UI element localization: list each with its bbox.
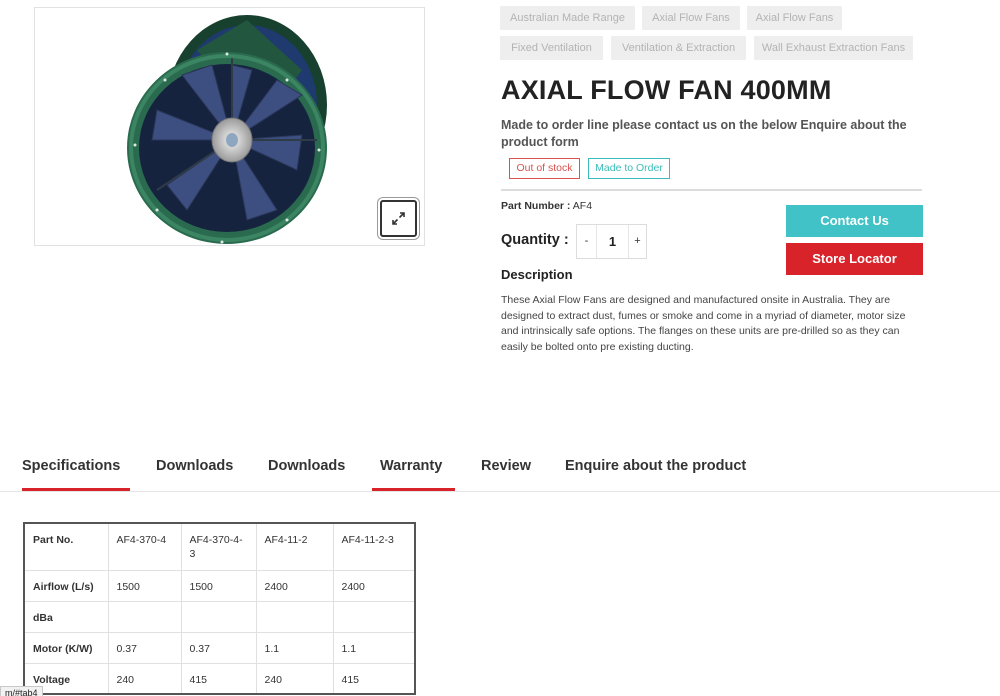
table-cell: Airflow (L/s): [23, 569, 109, 602]
description-heading: Description: [501, 267, 573, 282]
table-cell: AF4-11-2: [255, 522, 334, 571]
zoom-button[interactable]: [380, 200, 417, 237]
quantity-increment-button[interactable]: +: [628, 225, 646, 258]
category-tag-fixed-ventilation[interactable]: Fixed Ventilation: [500, 36, 603, 60]
table-cell: [255, 600, 334, 633]
category-tag-axial-flow-fans[interactable]: Axial Flow Fans: [642, 6, 740, 30]
table-cell: 415: [332, 662, 416, 695]
tab-warranty[interactable]: Warranty: [380, 458, 442, 474]
specifications-table: Part No. AF4-370-4 AF4-370-4-3 AF4-11-2 …: [23, 522, 416, 695]
category-tag-axial-flow-fans-2[interactable]: Axial Flow Fans: [747, 6, 842, 30]
divider: [501, 189, 922, 191]
quantity-stepper: - 1 +: [576, 224, 647, 259]
status-bar-url: m/#tab4: [0, 686, 43, 696]
product-image-frame: [34, 7, 425, 246]
out-of-stock-badge: Out of stock: [509, 158, 580, 179]
category-tag-wall-exhaust[interactable]: Wall Exhaust Extraction Fans: [754, 36, 913, 60]
table-row: Airflow (L/s) 1500 1500 2400 2400: [23, 569, 416, 602]
table-cell: dBa: [23, 600, 109, 633]
category-tag-australian-made[interactable]: Australian Made Range: [500, 6, 635, 30]
tab-downloads-2[interactable]: Downloads: [268, 458, 345, 474]
quantity-decrement-button[interactable]: -: [577, 225, 597, 258]
table-cell: 1500: [107, 569, 182, 602]
table-cell: 2400: [332, 569, 416, 602]
table-cell: 415: [180, 662, 257, 695]
table-cell: AF4-370-4: [107, 522, 182, 571]
quantity-input[interactable]: 1: [597, 225, 628, 258]
product-image[interactable]: [127, 10, 337, 246]
table-cell: [332, 600, 416, 633]
table-row: Motor (K/W) 0.37 0.37 1.1 1.1: [23, 631, 416, 664]
table-cell: [107, 600, 182, 633]
table-cell: 0.37: [180, 631, 257, 664]
table-cell: 1500: [180, 569, 257, 602]
description-text: These Axial Flow Fans are designed and m…: [501, 294, 906, 353]
part-number-label: Part Number :: [501, 200, 571, 212]
table-cell: 1.1: [255, 631, 334, 664]
table-row: dBa: [23, 600, 416, 633]
part-number: Part Number : AF4: [501, 200, 592, 212]
table-cell: 1.1: [332, 631, 416, 664]
product-title: AXIAL FLOW FAN 400MM: [501, 75, 832, 105]
tab-specifications[interactable]: Specifications: [22, 458, 120, 474]
product-subtitle: Made to order line please contact us on …: [501, 118, 907, 149]
table-cell: 2400: [255, 569, 334, 602]
store-locator-button[interactable]: Store Locator: [786, 243, 923, 275]
table-cell: Part No.: [23, 522, 109, 571]
made-to-order-badge: Made to Order: [588, 158, 670, 179]
table-cell: 240: [107, 662, 182, 695]
expand-arrows-icon: [392, 212, 405, 225]
table-cell: 0.37: [107, 631, 182, 664]
tab-downloads[interactable]: Downloads: [156, 458, 233, 474]
contact-us-button[interactable]: Contact Us: [786, 205, 923, 237]
table-cell: 240: [255, 662, 334, 695]
tabs-divider: [0, 491, 1000, 492]
table-cell: AF4-370-4-3: [180, 522, 257, 571]
table-cell: Motor (K/W): [23, 631, 109, 664]
table-row: Part No. AF4-370-4 AF4-370-4-3 AF4-11-2 …: [23, 522, 416, 571]
table-row: Voltage 240 415 240 415: [23, 662, 416, 695]
part-number-value: AF4: [572, 200, 593, 212]
category-tag-ventilation-extraction[interactable]: Ventilation & Extraction: [611, 36, 746, 60]
tab-review[interactable]: Review: [481, 458, 531, 474]
tab-enquire[interactable]: Enquire about the product: [565, 458, 746, 474]
table-cell: AF4-11-2-3: [332, 522, 416, 571]
table-cell: [180, 600, 257, 633]
quantity-label: Quantity :: [501, 232, 569, 248]
